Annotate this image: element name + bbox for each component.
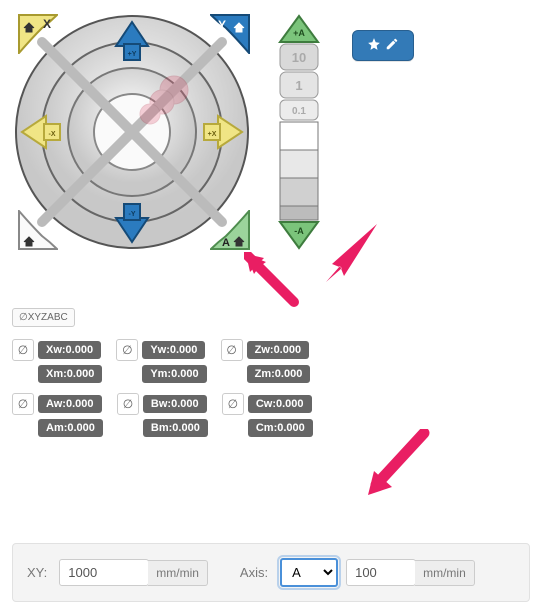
zero-a-button[interactable]: ∅ <box>12 393 34 415</box>
svg-text:-X: -X <box>49 131 56 138</box>
home-a-button[interactable]: A <box>210 210 250 250</box>
svg-text:+X: +X <box>208 131 217 138</box>
axis-step-01-button[interactable]: 0.1 <box>280 100 318 120</box>
home-y-button[interactable]: Y <box>210 14 250 54</box>
coord-zw[interactable]: Zw:0.000 <box>247 341 309 359</box>
axis-label: Axis: <box>236 565 272 580</box>
coord-xw[interactable]: Xw:0.000 <box>38 341 101 359</box>
xy-unit-label: mm/min <box>148 560 208 586</box>
axis-unit-label: mm/min <box>415 560 475 586</box>
axis-step-10-button[interactable]: 10 <box>280 44 318 70</box>
coord-zm[interactable]: Zm:0.000 <box>247 365 311 383</box>
svg-text:X: X <box>43 17 51 31</box>
coord-bm[interactable]: Bm:0.000 <box>143 419 208 437</box>
xy-feedrate-input[interactable] <box>59 559 149 586</box>
home-x-button[interactable]: X <box>18 14 58 54</box>
coord-ym[interactable]: Ym:0.000 <box>142 365 206 383</box>
svg-text:-A: -A <box>294 226 304 236</box>
zero-b-button[interactable]: ∅ <box>117 393 139 415</box>
svg-text:-Y: -Y <box>129 211 136 218</box>
annotation-arrow-icon <box>364 429 434 499</box>
svg-text:10: 10 <box>292 50 306 65</box>
home-all-button[interactable] <box>18 210 58 250</box>
coord-xm[interactable]: Xm:0.000 <box>38 365 102 383</box>
zero-all-button[interactable]: ∅XYZABC <box>12 308 75 327</box>
zero-y-button[interactable]: ∅ <box>116 339 138 361</box>
svg-text:+A: +A <box>293 28 305 38</box>
feedrate-bar: XY: mm/min Axis: A mm/min <box>12 543 530 602</box>
jog-plus-a-button[interactable]: +A <box>280 16 318 42</box>
axis-select[interactable]: A <box>280 558 338 587</box>
axis-feedrate-input[interactable] <box>346 559 416 586</box>
coord-cm[interactable]: Cm:0.000 <box>248 419 313 437</box>
coord-cw[interactable]: Cw:0.000 <box>248 395 312 413</box>
axis-step-1-button[interactable]: 1 <box>280 72 318 98</box>
favorite-edit-button[interactable] <box>352 30 414 61</box>
svg-text:0.1: 0.1 <box>292 106 306 117</box>
coord-yw[interactable]: Yw:0.000 <box>142 341 205 359</box>
zero-x-button[interactable]: ∅ <box>12 339 34 361</box>
coord-aw[interactable]: Aw:0.000 <box>38 395 102 413</box>
zero-c-button[interactable]: ∅ <box>222 393 244 415</box>
zero-z-button[interactable]: ∅ <box>221 339 243 361</box>
pencil-icon <box>385 37 399 54</box>
svg-text:A: A <box>222 237 230 249</box>
svg-text:Y: Y <box>218 18 226 32</box>
star-icon <box>367 37 381 54</box>
coord-am[interactable]: Am:0.000 <box>38 419 103 437</box>
annotation-arrow-icon <box>244 252 304 312</box>
svg-text:+Y: +Y <box>128 51 137 58</box>
axis-a-strip: +A 10 1 0.1 <box>276 14 322 250</box>
coord-bw[interactable]: Bw:0.000 <box>143 395 207 413</box>
svg-text:1: 1 <box>295 78 302 93</box>
jog-minus-a-button[interactable]: -A <box>280 222 318 248</box>
xy-label: XY: <box>23 565 51 580</box>
